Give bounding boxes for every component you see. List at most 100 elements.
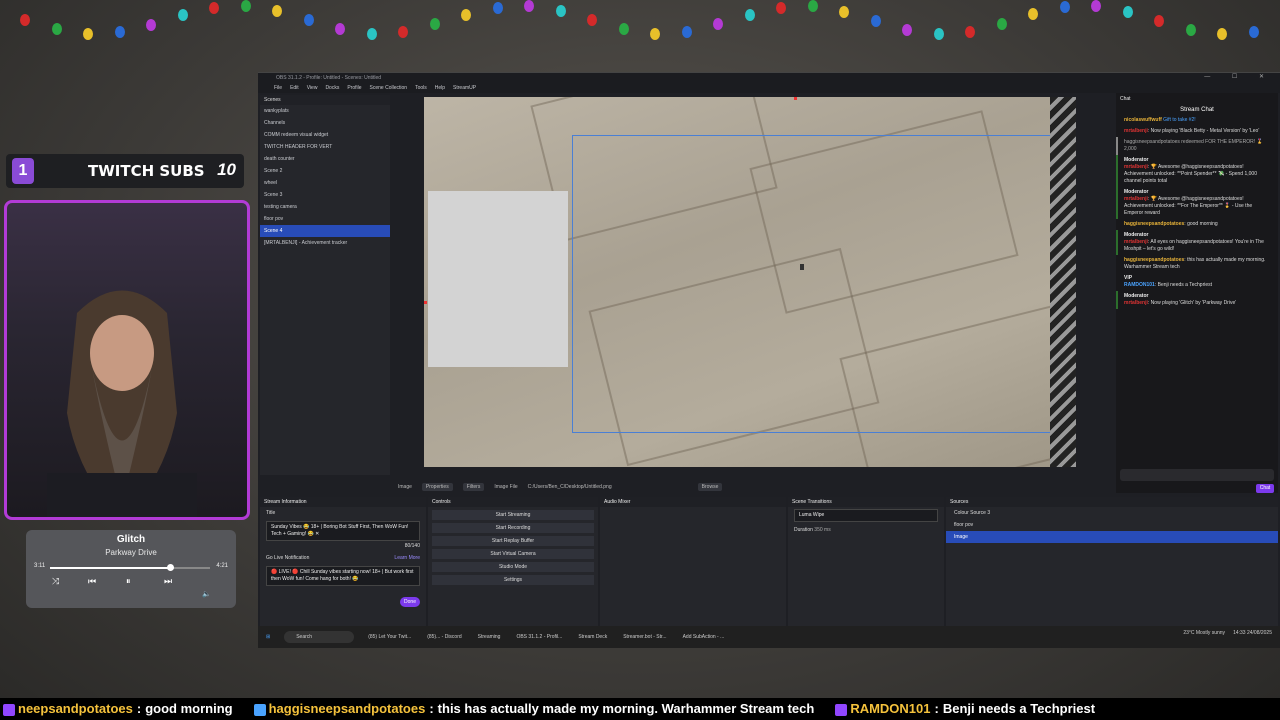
taskbar-app[interactable]: Stream Deck (578, 634, 607, 640)
image-source[interactable] (428, 191, 568, 367)
out-of-bounds-hatch (1050, 97, 1076, 467)
chat-username[interactable]: haggisneepsandpotatoes (1124, 221, 1184, 227)
source-list: Colour Source 3 floor pov Image (946, 507, 1278, 543)
control-button[interactable]: Start Recording (432, 523, 594, 533)
light-bulb (713, 18, 723, 31)
source-item[interactable]: Colour Source 3 (946, 507, 1278, 519)
progress-knob[interactable] (167, 564, 174, 571)
chat-username[interactable]: RAMDON101 (1124, 282, 1155, 288)
chat-send-button[interactable]: Chat (1256, 484, 1274, 493)
filters-button[interactable]: Filters (462, 483, 485, 491)
light-bulb (996, 18, 1007, 31)
stream-info-dock: Stream Information Title Sunday Vibes 😂 … (260, 497, 426, 627)
title-input[interactable]: Sunday Vibes 😂 18+ | Boring Bot Stuff Fi… (266, 521, 420, 541)
source-item[interactable]: floor pov (946, 519, 1278, 531)
menu-item[interactable]: File (274, 83, 282, 93)
menu-item[interactable]: StreamUP (453, 83, 476, 93)
scene-item[interactable]: [MRTALBENJI] - Achievement tracker (260, 237, 390, 249)
webcam-feed (4, 200, 250, 520)
control-button[interactable]: Start Replay Buffer (432, 536, 594, 546)
windows-start-icon[interactable]: ⊞ (266, 634, 270, 640)
chat-text: : Now playing 'Black Betty - Metal Versi… (1147, 128, 1260, 134)
light-bulb (1185, 23, 1196, 36)
previous-icon[interactable]: ⏮ (88, 576, 96, 587)
sub-goal-widget: 1 TWITCH SUBS 10 (6, 154, 244, 188)
chat-input[interactable] (1120, 469, 1274, 481)
weather[interactable]: 23°C Mostly sunny (1183, 630, 1225, 636)
stream-screen: OBS 31.1.2 - Profile: Untitled - Scenes:… (0, 0, 1280, 720)
clock[interactable]: 14:33 24/08/2025 (1233, 630, 1272, 636)
light-bulb (618, 23, 629, 36)
volume-icon[interactable]: 🔈 (202, 590, 211, 598)
transition-select[interactable]: Luma Wipe (794, 509, 938, 522)
control-button[interactable]: Start Streaming (432, 510, 594, 520)
scene-item[interactable]: TWITCH HEADER FOR VERT (260, 141, 390, 153)
scene-item[interactable]: wankyplats (260, 105, 390, 117)
source-item[interactable]: Image (946, 531, 1278, 543)
progress-bar[interactable] (50, 564, 210, 571)
chat-user[interactable]: nicolaswuffwuff (1124, 117, 1162, 123)
light-bulb (933, 27, 944, 40)
shuffle-icon[interactable]: ⤨ (52, 576, 59, 587)
chat-username[interactable]: mrtalbenji (1124, 196, 1148, 202)
menu-item[interactable]: Tools (415, 83, 427, 93)
taskbar-search[interactable]: Search (284, 631, 355, 643)
window-controls[interactable]: — ☐ ✕ (1204, 73, 1274, 80)
chat-dock: Chat Stream Chat nicolaswuffwuff Gift to… (1116, 93, 1278, 493)
learn-more-link[interactable]: Learn More (394, 555, 420, 561)
scene-item[interactable]: floor pov (260, 213, 390, 225)
done-button[interactable]: Done (400, 597, 420, 607)
chat-username[interactable]: haggisneepsandpotatoes (1124, 257, 1184, 263)
handle[interactable] (424, 301, 427, 304)
scene-item[interactable]: death counter (260, 153, 390, 165)
menu-item[interactable]: Profile (347, 83, 361, 93)
scene-item[interactable]: Channels (260, 117, 390, 129)
scene-item[interactable]: wheel (260, 177, 390, 189)
audio-mixer-dock: Audio Mixer (600, 497, 786, 627)
duration-input[interactable]: 350 ms (814, 527, 830, 533)
light-bulb (398, 25, 408, 38)
chat-message: Moderator mrtalbenji: 🏆 Awesome @haggisne… (1116, 187, 1278, 219)
taskbar-app[interactable]: Streamer.bot - Str... (623, 634, 666, 640)
menu-item[interactable]: Help (435, 83, 445, 93)
chat-username[interactable]: mrtalbenji (1124, 164, 1148, 170)
control-button[interactable]: Settings (432, 575, 594, 585)
scene-item[interactable]: Scene 3 (260, 189, 390, 201)
chat-messages: mrtalbenji: Now playing 'Black Betty - M… (1116, 126, 1278, 309)
light-bulb (303, 14, 314, 27)
taskbar-app[interactable]: Add SubAction - ... (683, 634, 725, 640)
menu-item[interactable]: Docks (325, 83, 339, 93)
pause-icon[interactable]: ⏸ (126, 576, 131, 587)
scene-item[interactable]: COMM redeem visual widget (260, 129, 390, 141)
menu-item[interactable]: Edit (290, 83, 299, 93)
next-icon[interactable]: ⏭ (164, 576, 172, 587)
scene-item[interactable]: Scene 2 (260, 165, 390, 177)
menu-item[interactable]: View (307, 83, 318, 93)
taskbar-app[interactable]: (85) Let Your Twit... (368, 634, 411, 640)
chat-username[interactable]: mrtalbenji (1124, 128, 1148, 134)
control-button[interactable]: Start Virtual Camera (432, 549, 594, 559)
chat-username[interactable]: mrtalbenji (1124, 300, 1148, 306)
light-bulb (492, 1, 503, 14)
chat-message: haggisneepsandpotatoes redeemed FOR THE … (1116, 137, 1278, 155)
sources-header: Sources (946, 497, 1278, 507)
notif-input[interactable]: 🔴 LIVE! 🔴 Chill Sunday vibes starting no… (266, 566, 420, 586)
taskbar-app[interactable]: OBS 31.1.2 - Profil... (516, 634, 562, 640)
menu-item[interactable]: Scene Collection (370, 83, 408, 93)
scene-preview[interactable] (424, 97, 1076, 467)
chat-username[interactable]: mrtalbenji (1124, 239, 1148, 245)
progress-fill (50, 567, 170, 569)
handle[interactable] (794, 97, 797, 100)
chat-message: Moderator mrtalbenji: Now playing 'Glitch… (1116, 291, 1278, 309)
taskbar-app[interactable]: Streaming (478, 634, 501, 640)
browse-button[interactable]: Browse (697, 483, 723, 491)
properties-button[interactable]: Properties (421, 483, 453, 491)
chat-message: VIP RAMDON101: Benji needs a Techpriest (1116, 273, 1278, 291)
selection-bounds[interactable] (572, 135, 1076, 433)
taskbar-app[interactable]: (85)... - Discord (427, 634, 461, 640)
now-playing-widget: Glitch Parkway Drive 3:11 4:21 ⤨ ⏮ ⏸ ⏭ 🔈 (26, 530, 236, 608)
scene-item[interactable]: Scene 4 (260, 225, 390, 237)
scene-item[interactable]: testing camera (260, 201, 390, 213)
control-button[interactable]: Studio Mode (432, 562, 594, 572)
sources-dock: Sources Colour Source 3 floor pov Image (946, 497, 1278, 627)
